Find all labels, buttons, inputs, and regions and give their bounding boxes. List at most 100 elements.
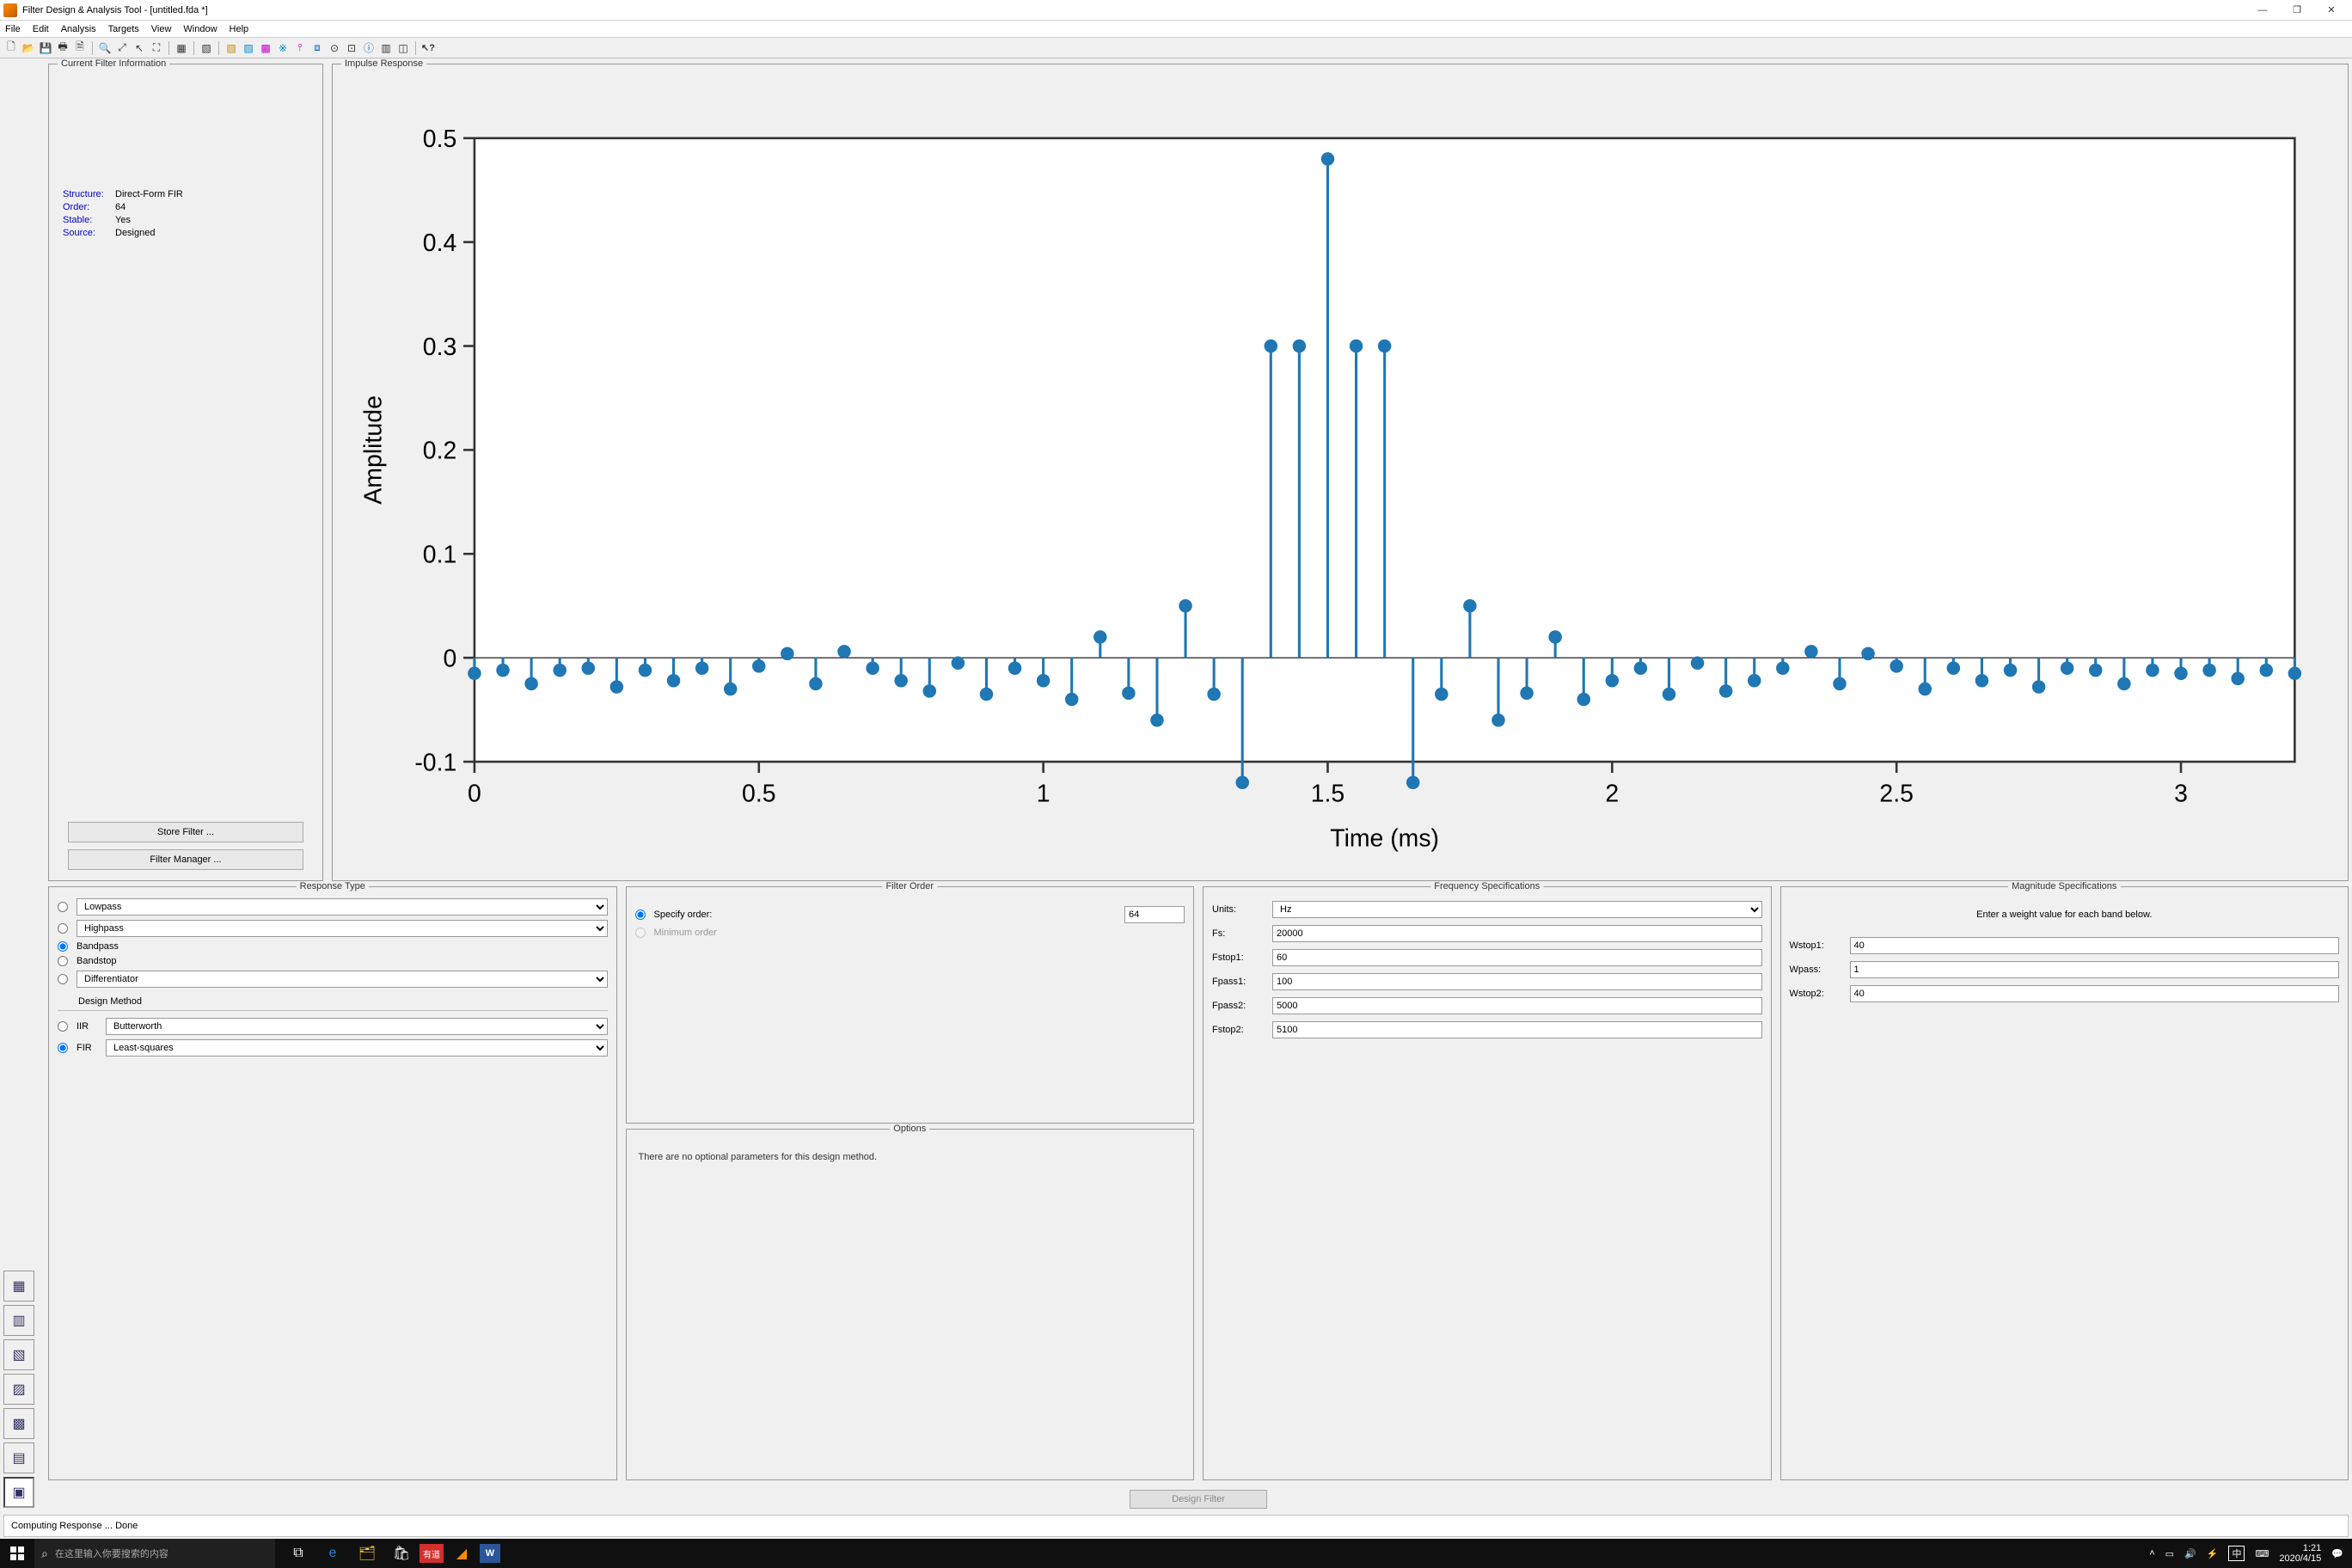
roundoff-icon[interactable]: ◫ — [395, 40, 411, 56]
mag-input-1[interactable] — [1850, 961, 2340, 978]
side-tab-design[interactable]: ▣ — [3, 1477, 34, 1508]
window-title: Filter Design & Analysis Tool - [untitle… — [22, 5, 208, 15]
svg-text:3: 3 — [2174, 781, 2188, 808]
edge-icon[interactable]: e — [316, 1539, 349, 1568]
context-help-icon[interactable]: ↖? — [420, 40, 436, 56]
chevron-up-icon[interactable]: ˄ — [2149, 1548, 2154, 1559]
start-button[interactable] — [0, 1539, 34, 1568]
word-icon[interactable]: W — [480, 1544, 500, 1563]
radio-fir[interactable] — [58, 1043, 68, 1053]
phase-icon[interactable]: ▧ — [224, 40, 239, 56]
close-button[interactable]: ✕ — [2314, 0, 2349, 21]
menu-analysis[interactable]: Analysis — [61, 24, 96, 34]
coeffs-icon[interactable]: ⊡ — [344, 40, 359, 56]
zoom-in-icon[interactable]: 🔍 — [97, 40, 113, 56]
save-icon[interactable]: 💾 — [38, 40, 53, 56]
mag-input-2[interactable] — [1850, 985, 2340, 1002]
explorer-icon[interactable]: 🗂 — [351, 1539, 383, 1568]
mag-hint: Enter a weight value for each band below… — [1790, 910, 2340, 920]
side-tab-1[interactable]: ▦ — [3, 1271, 34, 1302]
app-red-icon[interactable]: 有道 — [420, 1544, 444, 1563]
radio-iir[interactable] — [58, 1021, 68, 1032]
system-tray[interactable]: ˄ ▭ 🔊 ⚡ 中 ⌨ 1:21 2020/4/15 💬 — [2141, 1543, 2352, 1564]
filter-info-table: Structure:Direct-Form FIR Order:64 Stabl… — [58, 176, 188, 252]
polezero-icon[interactable]: ⊙ — [327, 40, 342, 56]
svg-text:-0.1: -0.1 — [414, 749, 456, 776]
main-area: ▦ ▥ ▧ ▨ ▩ ▤ ▣ Current Filter Information… — [0, 58, 2352, 1513]
impulse-chart[interactable]: -0.100.10.20.30.40.500.511.522.53Time (m… — [341, 71, 2339, 873]
task-view-icon[interactable]: ⧉ — [282, 1539, 315, 1568]
menu-file[interactable]: File — [5, 24, 21, 34]
units-select[interactable]: Hz — [1272, 901, 1762, 918]
zoom-out-icon[interactable]: ⤢ — [114, 40, 130, 56]
step-icon[interactable]: ⧈ — [309, 40, 325, 56]
volume-icon[interactable]: 🔊 — [2184, 1548, 2196, 1559]
side-tab-2[interactable]: ▥ — [3, 1305, 34, 1336]
freq-input-0[interactable] — [1272, 925, 1762, 942]
mag-input-0[interactable] — [1850, 937, 2340, 954]
print-preview-icon[interactable]: 🗎 — [72, 40, 88, 56]
filter-info-legend: Current Filter Information — [58, 58, 169, 69]
minimize-button[interactable]: — — [2245, 0, 2280, 21]
lowpass-select[interactable]: Lowpass — [77, 898, 608, 916]
order-input[interactable] — [1124, 906, 1185, 923]
menu-help[interactable]: Help — [230, 24, 249, 34]
filter-manager-button[interactable]: Filter Manager ... — [68, 849, 303, 870]
menu-targets[interactable]: Targets — [108, 24, 139, 34]
matlab-icon[interactable]: ◢ — [445, 1539, 478, 1568]
statusbar: Computing Response ... Done — [3, 1515, 2349, 1537]
radio-specify-order[interactable] — [635, 910, 646, 920]
store-icon[interactable]: 🛍 — [385, 1539, 418, 1568]
print-icon[interactable]: 🖶 — [55, 40, 70, 56]
side-tab-5[interactable]: ▩ — [3, 1408, 34, 1439]
spec-icon[interactable]: ▦ — [174, 40, 189, 56]
menu-window[interactable]: Window — [183, 24, 217, 34]
search-icon: ⌕ — [41, 1547, 48, 1561]
info2-icon[interactable]: ⓘ — [361, 40, 377, 56]
radio-bandstop[interactable] — [58, 956, 68, 966]
radio-lowpass[interactable] — [58, 902, 68, 912]
response-type-panel: Response Type Lowpass Highpass Bandpass … — [48, 886, 617, 1480]
taskbar: ⌕ 在这里输入你要搜索的内容 ⧉ e 🗂 🛍 有道 ◢ W ˄ ▭ 🔊 ⚡ 中 … — [0, 1539, 2352, 1568]
side-tab-4[interactable]: ▨ — [3, 1374, 34, 1405]
impulse-icon[interactable]: ⫯ — [292, 40, 308, 56]
radio-bandpass[interactable] — [58, 941, 68, 952]
keyboard-icon[interactable]: ⌨ — [2255, 1548, 2269, 1559]
groupdelay-icon[interactable]: ▩ — [258, 40, 273, 56]
pointer-icon[interactable]: ↖ — [132, 40, 147, 56]
ime-icon[interactable]: 中 — [2228, 1546, 2245, 1561]
diff-select[interactable]: Differentiator — [77, 971, 608, 988]
taskbar-search[interactable]: ⌕ 在这里输入你要搜索的内容 — [34, 1539, 275, 1568]
new-icon[interactable]: 🗋 — [3, 40, 19, 56]
open-icon[interactable]: 📂 — [21, 40, 36, 56]
freq-input-3[interactable] — [1272, 997, 1762, 1014]
side-tab-6[interactable]: ▤ — [3, 1442, 34, 1473]
magphase-icon[interactable]: ▨ — [241, 40, 256, 56]
iir-select[interactable]: Butterworth — [106, 1018, 608, 1035]
phasedelay-icon[interactable]: ※ — [275, 40, 291, 56]
magest-icon[interactable]: ▥ — [378, 40, 394, 56]
magnitude-icon[interactable]: ▧ — [199, 40, 214, 56]
taskbar-clock[interactable]: 1:21 2020/4/15 — [2279, 1543, 2321, 1564]
svg-text:Amplitude: Amplitude — [360, 395, 388, 505]
store-filter-button[interactable]: Store Filter ... — [68, 822, 303, 842]
svg-text:Time (ms): Time (ms) — [1330, 824, 1439, 852]
battery-icon[interactable]: ⚡ — [2207, 1548, 2219, 1559]
freq-input-2[interactable] — [1272, 973, 1762, 990]
svg-text:0.3: 0.3 — [423, 334, 456, 361]
freq-input-4[interactable] — [1272, 1021, 1762, 1038]
menu-view[interactable]: View — [151, 24, 172, 34]
maximize-button[interactable]: ❐ — [2280, 0, 2314, 21]
action-center-icon[interactable]: 💬 — [2331, 1548, 2343, 1559]
network-icon[interactable]: ▭ — [2165, 1548, 2174, 1559]
freq-input-1[interactable] — [1272, 949, 1762, 966]
search-placeholder: 在这里输入你要搜索的内容 — [55, 1547, 168, 1560]
radio-highpass[interactable] — [58, 923, 68, 934]
side-tab-3[interactable]: ▧ — [3, 1339, 34, 1370]
design-filter-button[interactable]: Design Filter — [1130, 1490, 1267, 1509]
full-view-icon[interactable]: ⛶ — [149, 40, 164, 56]
fir-select[interactable]: Least-squares — [106, 1039, 608, 1057]
highpass-select[interactable]: Highpass — [77, 920, 608, 937]
menu-edit[interactable]: Edit — [33, 24, 49, 34]
radio-diff[interactable] — [58, 974, 68, 984]
